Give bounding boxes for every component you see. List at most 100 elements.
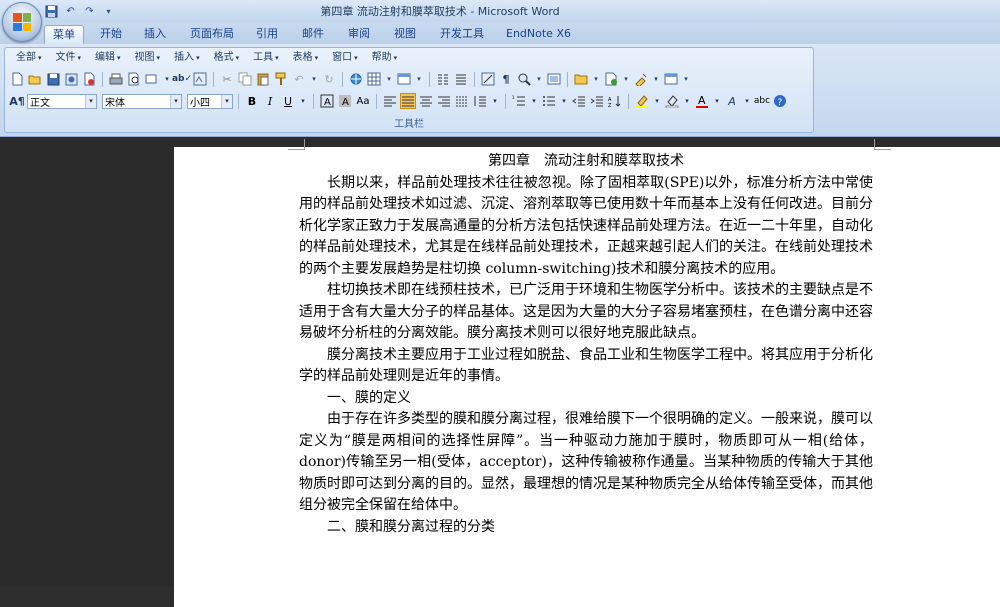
insert-object-icon[interactable] xyxy=(603,71,619,87)
document-body[interactable]: 第四章 流动注射和膜萃取技术 长期以来，样品前处理技术往往被忽视。除了固相萃取(… xyxy=(299,151,873,538)
macro-icon[interactable] xyxy=(633,71,649,87)
chevron-down-icon[interactable]: ▾ xyxy=(490,93,500,109)
drawing-icon[interactable] xyxy=(480,71,496,87)
window-icon[interactable] xyxy=(663,71,679,87)
bullets-icon[interactable] xyxy=(541,93,557,109)
font-select[interactable]: 宋体 ▾ xyxy=(102,93,182,109)
chevron-down-icon[interactable]: ▾ xyxy=(681,71,691,87)
open-folder-icon[interactable] xyxy=(27,71,43,87)
export-pdf-icon[interactable] xyxy=(81,71,97,87)
tab-home[interactable]: 开始 xyxy=(92,25,130,43)
menu-edit[interactable]: 编辑 ▾ xyxy=(88,50,128,66)
save-icon[interactable] xyxy=(45,71,61,87)
styles-icon[interactable]: A¶ xyxy=(9,93,25,109)
align-center-icon[interactable] xyxy=(418,93,434,109)
columns-icon[interactable] xyxy=(435,71,451,87)
folder-icon[interactable] xyxy=(573,71,589,87)
text-effect-icon[interactable]: A xyxy=(724,93,740,109)
chevron-down-icon[interactable]: ▾ xyxy=(384,71,394,87)
document-map-icon[interactable] xyxy=(453,71,469,87)
chevron-down-icon[interactable]: ▾ xyxy=(221,94,232,108)
insert-table-icon[interactable] xyxy=(396,71,412,87)
format-painter-icon[interactable] xyxy=(273,71,289,87)
menu-insert[interactable]: 插入 ▾ xyxy=(167,50,207,66)
document-page[interactable]: 第四章 流动注射和膜萃取技术 长期以来，样品前处理技术往往被忽视。除了固相萃取(… xyxy=(174,139,1000,607)
chevron-down-icon[interactable]: ▾ xyxy=(309,71,319,87)
character-shading-icon[interactable]: A xyxy=(337,93,353,109)
menu-file[interactable]: 文件 ▾ xyxy=(49,50,89,66)
preview-dropdown-icon[interactable] xyxy=(144,71,160,87)
chevron-down-icon[interactable]: ▾ xyxy=(298,93,308,109)
character-border-icon[interactable]: A xyxy=(319,93,335,109)
menu-format[interactable]: 格式 ▾ xyxy=(207,50,247,66)
chevron-down-icon[interactable]: ▾ xyxy=(652,93,662,109)
align-right-icon[interactable] xyxy=(436,93,452,109)
chevron-down-icon[interactable]: ▾ xyxy=(414,71,424,87)
chevron-down-icon[interactable]: ▾ xyxy=(591,71,601,87)
decrease-indent-icon[interactable] xyxy=(571,93,587,109)
chevron-down-icon[interactable]: ▾ xyxy=(742,93,752,109)
redo-icon[interactable]: ↻ xyxy=(321,71,337,87)
chevron-down-icon[interactable]: ▾ xyxy=(651,71,661,87)
tab-page-layout[interactable]: 页面布局 xyxy=(182,25,242,43)
permission-icon[interactable] xyxy=(63,71,79,87)
tab-insert[interactable]: 插入 xyxy=(136,25,174,43)
style-select[interactable]: 正文 ▾ xyxy=(27,93,97,109)
sort-icon[interactable]: AZ xyxy=(607,93,623,109)
menu-window[interactable]: 窗口 ▾ xyxy=(325,50,365,66)
chevron-down-icon[interactable]: ▾ xyxy=(559,93,569,109)
spelling-check-icon[interactable]: ab✓ xyxy=(172,71,192,87)
font-color-icon[interactable]: A xyxy=(694,93,710,109)
distributed-icon[interactable] xyxy=(454,93,470,109)
align-left-icon[interactable] xyxy=(382,93,398,109)
menu-table[interactable]: 表格 ▾ xyxy=(286,50,326,66)
office-button[interactable] xyxy=(2,2,42,42)
tab-review[interactable]: 审阅 xyxy=(340,25,378,43)
character-scale-icon[interactable]: Aa xyxy=(355,93,371,109)
tab-references[interactable]: 引用 xyxy=(248,25,286,43)
underline-button[interactable]: U xyxy=(280,93,296,109)
increase-indent-icon[interactable] xyxy=(589,93,605,109)
cut-icon[interactable]: ✂ xyxy=(219,71,235,87)
research-icon[interactable] xyxy=(192,71,208,87)
copy-icon[interactable] xyxy=(237,71,253,87)
menu-view[interactable]: 视图 ▾ xyxy=(128,50,168,66)
highlight-icon[interactable] xyxy=(634,93,650,109)
chevron-down-icon[interactable]: ▾ xyxy=(682,93,692,109)
font-size-select[interactable]: 小四 ▾ xyxy=(187,93,233,109)
paste-icon[interactable] xyxy=(255,71,271,87)
print-preview-icon[interactable] xyxy=(126,71,142,87)
menu-all[interactable]: 全部 ▾ xyxy=(9,50,49,66)
toolbar-group-label: 工具栏 xyxy=(394,119,424,130)
tables-borders-icon[interactable] xyxy=(366,71,382,87)
chevron-down-icon[interactable]: ▾ xyxy=(85,94,96,108)
insert-hyperlink-icon[interactable] xyxy=(348,71,364,87)
print-icon[interactable] xyxy=(108,71,124,87)
help-icon[interactable]: ? xyxy=(772,93,788,109)
italic-button[interactable]: I xyxy=(262,93,278,109)
menu-tools[interactable]: 工具 ▾ xyxy=(246,50,286,66)
chevron-down-icon[interactable]: ▾ xyxy=(621,71,631,87)
chevron-down-icon[interactable]: ▾ xyxy=(534,71,544,87)
zoom-icon[interactable] xyxy=(516,71,532,87)
tab-developer[interactable]: 开发工具 xyxy=(432,25,492,43)
show-hide-icon[interactable]: ¶ xyxy=(498,71,514,87)
bold-button[interactable]: B xyxy=(244,93,260,109)
chevron-down-icon[interactable]: ▾ xyxy=(162,71,172,87)
shading-icon[interactable] xyxy=(664,93,680,109)
new-document-icon[interactable] xyxy=(9,71,25,87)
align-justify-icon[interactable] xyxy=(400,93,416,109)
full-screen-icon[interactable] xyxy=(546,71,562,87)
chevron-down-icon[interactable]: ▾ xyxy=(529,93,539,109)
chevron-down-icon[interactable]: ▾ xyxy=(712,93,722,109)
tab-mailings[interactable]: 邮件 xyxy=(294,25,332,43)
tab-endnote[interactable]: EndNote X6 xyxy=(498,25,579,43)
numbering-icon[interactable]: 1 xyxy=(511,93,527,109)
chevron-down-icon[interactable]: ▾ xyxy=(170,94,181,108)
tab-view[interactable]: 视图 xyxy=(386,25,424,43)
phonetic-guide-icon[interactable]: abc xyxy=(754,93,770,109)
tab-menu[interactable]: 菜单 xyxy=(44,25,84,44)
line-spacing-icon[interactable] xyxy=(472,93,488,109)
menu-help[interactable]: 帮助 ▾ xyxy=(365,50,405,66)
undo-icon[interactable]: ↶ xyxy=(291,71,307,87)
